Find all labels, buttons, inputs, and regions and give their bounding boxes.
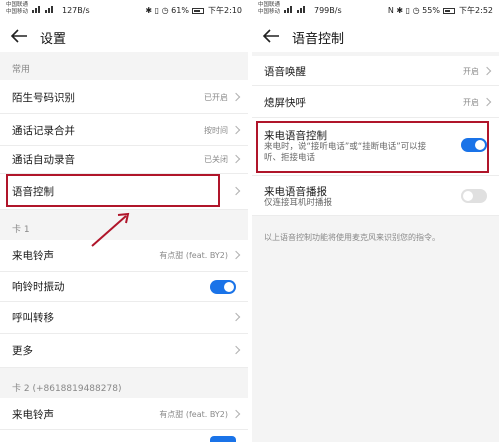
row-voice-wake[interactable]: 语音唤醒 开启 xyxy=(252,56,499,86)
signal-icon xyxy=(284,6,305,13)
page-title: 语音控制 xyxy=(292,32,345,47)
row-label: 熄屏快呼 xyxy=(264,97,306,109)
row-description: 仅连接耳机时播报 xyxy=(264,198,333,208)
row-value: 有点甜 (feat. BY2) xyxy=(159,251,228,260)
nfc-icon: N xyxy=(387,6,394,15)
page-title: 设置 xyxy=(40,32,67,47)
battery-percent: 61% xyxy=(171,6,189,15)
row-label: 来电语音播报 xyxy=(264,186,327,198)
chevron-right-icon xyxy=(231,250,241,260)
settings-screen: 中国联通 中国移动 127B/s ✱ ▯ ◷ 61% 下午2:10 设置 常用 … xyxy=(0,0,248,442)
row-value: 开启 xyxy=(463,67,479,76)
carrier-2: 中国移动 xyxy=(6,9,29,15)
voice-control-screen: 中国联通 中国移动 799B/s N ✱ ▯ ◷ 55% 下午2:52 语音控制… xyxy=(252,0,499,442)
vibrate-toggle[interactable] xyxy=(210,280,236,294)
net-speed: 799B/s xyxy=(314,6,342,15)
row-label: 通话自动录音 xyxy=(12,154,75,166)
battery-icon xyxy=(192,7,205,14)
clock: 下午2:10 xyxy=(208,6,242,15)
chevron-right-icon xyxy=(231,312,241,322)
chevron-right-icon xyxy=(482,66,492,76)
row-label: 来电铃声 xyxy=(12,250,54,262)
alarm-icon: ◷ xyxy=(161,6,169,15)
partial-toggle[interactable] xyxy=(210,436,236,442)
status-bar: 中国联通 中国移动 127B/s ✱ ▯ ◷ 61% 下午2:10 xyxy=(0,0,248,20)
footer-note: 以上语音控制功能将使用麦克风来识别您的指令。 xyxy=(264,233,440,242)
chevron-right-icon xyxy=(231,92,241,102)
row-value: 有点甜 (feat. BY2) xyxy=(159,410,228,419)
carrier-2: 中国移动 xyxy=(258,9,281,15)
highlight-box xyxy=(256,121,489,173)
row-label: 陌生号码识别 xyxy=(12,92,75,104)
battery-percent: 55% xyxy=(422,6,440,15)
row-label: 更多 xyxy=(12,345,33,357)
net-speed: 127B/s xyxy=(62,6,90,15)
chevron-right-icon xyxy=(231,345,241,355)
vibrate-icon: ▯ xyxy=(154,6,160,15)
alarm-icon: ◷ xyxy=(412,6,420,15)
vibrate-icon: ▯ xyxy=(405,6,411,15)
row-forwarding[interactable]: 呼叫转移 xyxy=(0,302,248,334)
row-value: 开启 xyxy=(463,98,479,107)
carrier-1: 中国联通 xyxy=(258,2,281,8)
back-arrow-icon[interactable] xyxy=(10,28,28,44)
row-value: 已关闭 xyxy=(204,155,228,164)
row-more[interactable]: 更多 xyxy=(0,334,248,368)
row-label: 通话记录合并 xyxy=(12,125,75,137)
row-screen-off-call[interactable]: 熄屏快呼 开启 xyxy=(252,86,499,118)
row-label: 来电铃声 xyxy=(12,409,54,421)
row-vibrate[interactable]: 响铃时振动 xyxy=(0,272,248,302)
incoming-announce-toggle[interactable] xyxy=(461,189,487,203)
row-call-log-merge[interactable]: 通话记录合并 按时间 xyxy=(0,114,248,146)
status-bar: 中国联通 中国移动 799B/s N ✱ ▯ ◷ 55% 下午2:52 xyxy=(252,0,499,20)
title-bar: 语音控制 xyxy=(252,20,499,52)
row-stranger-id[interactable]: 陌生号码识别 已开启 xyxy=(0,80,248,114)
row-partial xyxy=(0,430,248,442)
row-label: 呼叫转移 xyxy=(12,312,54,324)
highlight-box xyxy=(6,174,220,207)
section-header-card1: 卡 1 xyxy=(12,225,30,235)
chevron-right-icon xyxy=(482,97,492,107)
section-header-common: 常用 xyxy=(12,65,31,75)
row-value: 已开启 xyxy=(204,93,228,102)
row-label: 语音唤醒 xyxy=(264,66,306,78)
annotation-arrow-icon xyxy=(91,212,130,247)
title-bar: 设置 xyxy=(0,20,248,52)
bluetooth-icon: ✱ xyxy=(396,6,404,15)
carrier-1: 中国联通 xyxy=(6,2,29,8)
chevron-right-icon xyxy=(231,154,241,164)
chevron-right-icon xyxy=(231,125,241,135)
chevron-right-icon xyxy=(231,186,241,196)
row-ringtone-card2[interactable]: 来电铃声 有点甜 (feat. BY2) xyxy=(0,398,248,430)
section-header-card2: 卡 2 (+8618819488278) xyxy=(12,384,122,394)
row-value: 按时间 xyxy=(204,126,228,135)
row-auto-record[interactable]: 通话自动录音 已关闭 xyxy=(0,146,248,174)
row-incoming-announce[interactable]: 来电语音播报 仅连接耳机时播报 xyxy=(252,176,499,216)
chevron-right-icon xyxy=(231,409,241,419)
back-arrow-icon[interactable] xyxy=(262,28,280,44)
battery-icon xyxy=(443,7,456,14)
clock: 下午2:52 xyxy=(459,6,493,15)
row-label: 响铃时振动 xyxy=(12,281,65,293)
signal-icon xyxy=(32,6,53,13)
bluetooth-icon: ✱ xyxy=(145,6,153,15)
